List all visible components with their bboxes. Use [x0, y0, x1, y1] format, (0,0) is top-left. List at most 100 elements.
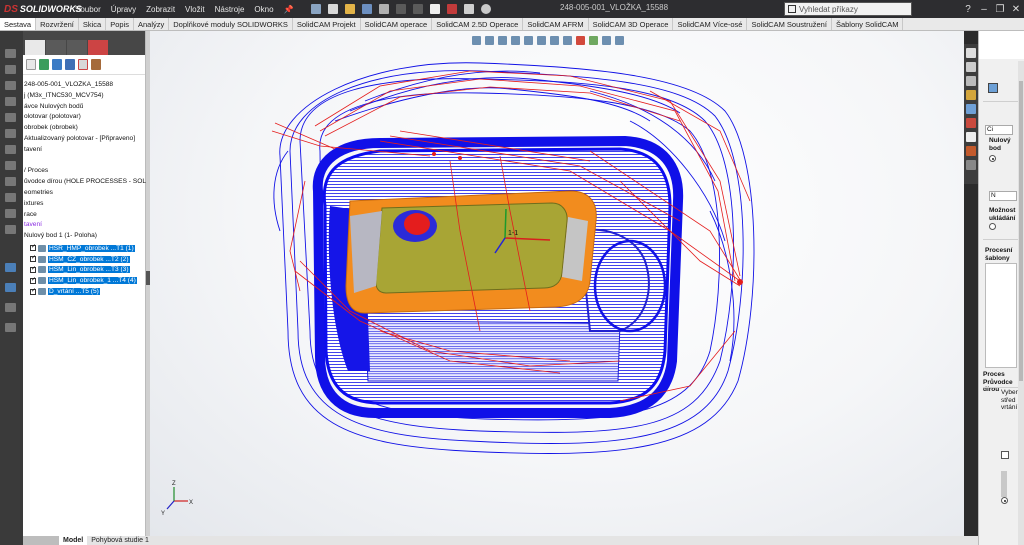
operation-label[interactable]: HSM_Lin_obrobek ...T3 (3) [48, 266, 130, 274]
tab-popis[interactable]: Popis [106, 18, 134, 30]
tree-node[interactable]: olotovar (polotovar) [23, 113, 146, 124]
new-icon[interactable] [327, 4, 338, 14]
select-icon[interactable] [429, 4, 440, 14]
tree-node[interactable]: ůvodce dírou (HOLE PROCESSES - SOLIDWORK… [23, 178, 146, 189]
graphics-viewport[interactable]: 1-1 X Z Y [150, 31, 964, 536]
tab-motion-study[interactable]: Pohybová studie 1 [87, 536, 153, 545]
tool-icon[interactable] [5, 283, 16, 292]
restore-button[interactable]: ❐ [992, 4, 1008, 15]
tab-sestava[interactable]: Sestava [0, 18, 37, 30]
save-icon[interactable] [361, 4, 372, 14]
tab-model[interactable]: Model [59, 536, 88, 545]
tool-icon[interactable] [5, 209, 16, 218]
tree-node[interactable]: Nulový bod 1 (1- Poloha) [23, 232, 146, 243]
tab-solidcam-afrm[interactable]: SolidCAM AFRM [523, 18, 589, 30]
tab-skica[interactable]: Skica [79, 18, 107, 30]
feature-tree-tab-icon[interactable] [25, 40, 45, 55]
tree-node[interactable]: race [23, 211, 146, 222]
new-document-icon[interactable] [26, 59, 36, 70]
tree-node[interactable]: j (M3x_ITNC530_MCV754) [23, 92, 146, 103]
home-icon[interactable] [310, 4, 321, 14]
pin-icon[interactable]: 📌 [279, 5, 299, 14]
close-button[interactable]: ✕ [1008, 4, 1024, 15]
tab-solidcam-viceose[interactable]: SolidCAM Více-osé [673, 18, 748, 30]
tree-node[interactable]: tavení [23, 146, 146, 157]
operation-label[interactable]: HSM_CZ_obrobek ...T2 (2) [48, 255, 130, 263]
view-palette-icon[interactable] [966, 90, 976, 100]
menu-upravy[interactable]: Úpravy [106, 5, 141, 14]
operation-label[interactable]: HSR_HMP_obrobek ...T1 (1) [48, 244, 135, 252]
radio-option[interactable] [1001, 497, 1008, 504]
resources-icon[interactable] [966, 48, 976, 58]
solidcam-manager-tab-icon[interactable] [88, 40, 108, 55]
solidworks-logo[interactable]: DS SOLIDWORKS [0, 4, 82, 15]
save-icon[interactable] [65, 59, 75, 70]
recalc-icon[interactable] [39, 59, 49, 70]
menu-soubor[interactable]: Soubor [70, 5, 106, 14]
tree-node[interactable]: ávce Nulových bodů [23, 103, 146, 114]
tool-icon[interactable] [5, 113, 16, 122]
tool-icon[interactable] [5, 303, 16, 312]
tab-solidcam-25d[interactable]: SolidCAM 2.5D Operace [432, 18, 524, 30]
tree-node[interactable]: 248-005-001_VLOŽKA_15588 [23, 81, 146, 92]
tool-icon[interactable] [5, 81, 16, 90]
tab-sablony-solidcam[interactable]: Šablony SolidCAM [832, 18, 904, 30]
operation-label[interactable]: HSM_Lin_obrobek_1 ...T4 (4) [48, 277, 137, 285]
tab-solidcam-soustruzeni[interactable]: SolidCAM Soustružení [747, 18, 832, 30]
checkbox-icon[interactable] [30, 265, 36, 273]
operation-row[interactable]: HSM_Lin_obrobek_1 ...T4 (4) [23, 275, 146, 286]
settings-pane-icon[interactable] [966, 160, 976, 170]
template-icon[interactable] [988, 83, 998, 93]
radio-option[interactable] [989, 223, 996, 230]
template-list[interactable] [985, 263, 1017, 368]
redo-icon[interactable] [412, 4, 423, 14]
tree-node[interactable]: eometries [23, 189, 146, 200]
tool-icon[interactable] [5, 97, 16, 106]
number-field[interactable]: N [989, 191, 1017, 201]
tab-rozvrzeni[interactable]: Rozvržení [36, 18, 79, 30]
tools-icon[interactable] [91, 59, 101, 70]
open-folder-icon[interactable] [52, 59, 62, 70]
tool-icon[interactable] [5, 49, 16, 58]
file-properties-icon[interactable] [463, 4, 474, 14]
file-explorer-icon[interactable] [966, 76, 976, 86]
options-gear-icon[interactable] [480, 4, 491, 14]
checkbox-icon[interactable] [30, 254, 36, 263]
menu-vlozit[interactable]: Vložit [180, 5, 210, 14]
tree-node[interactable]: Aktualizovaný polotovar - [Připraveno] [23, 135, 146, 146]
search-input[interactable]: Vyhledat příkazy [784, 2, 912, 16]
config-manager-tab-icon[interactable] [67, 40, 87, 55]
scrollbar-thumb[interactable] [1019, 81, 1023, 381]
design-library-icon[interactable] [966, 62, 976, 72]
tool-icon[interactable] [5, 65, 16, 74]
tab-analyzy[interactable]: Analýzy [134, 18, 170, 30]
menu-zobrazit[interactable]: Zobrazit [141, 5, 180, 14]
traffic-light-icon[interactable] [446, 4, 457, 14]
tool-icon[interactable] [5, 129, 16, 138]
task-panel-scrollbar[interactable] [1018, 61, 1024, 545]
tab-doplnkove-moduly[interactable]: Doplňkové moduly SOLIDWORKS [169, 18, 293, 30]
operation-row[interactable]: D_vrtání ...T5 (5) [23, 286, 146, 297]
radio-option[interactable] [989, 155, 996, 162]
delete-icon[interactable] [78, 59, 88, 70]
tool-icon[interactable] [5, 193, 16, 202]
help-icon[interactable]: ? [960, 4, 976, 15]
custom-properties-icon[interactable] [966, 118, 976, 128]
checkbox-icon[interactable] [30, 287, 36, 295]
tool-icon[interactable] [5, 263, 16, 272]
tree-node[interactable]: ixtures [23, 200, 146, 211]
tool-icon[interactable] [5, 177, 16, 186]
tree-node[interactable]: / Proces [23, 167, 146, 178]
menu-okno[interactable]: Okno [249, 5, 278, 14]
checkbox-icon[interactable] [1001, 451, 1009, 459]
operation-row[interactable]: HSM_Lin_obrobek ...T3 (3) [23, 265, 146, 276]
undo-icon[interactable] [395, 4, 406, 14]
operation-row[interactable]: HSR_HMP_obrobek ...T1 (1) [23, 243, 146, 254]
property-manager-tab-icon[interactable] [46, 40, 66, 55]
minimize-button[interactable]: – [976, 4, 992, 15]
coordinate-field[interactable]: Ci [985, 125, 1013, 135]
checkbox-icon[interactable] [30, 243, 36, 252]
tool-icon[interactable] [5, 161, 16, 170]
tool-icon[interactable] [5, 225, 16, 234]
tab-solidcam-projekt[interactable]: SolidCAM Projekt [293, 18, 361, 30]
